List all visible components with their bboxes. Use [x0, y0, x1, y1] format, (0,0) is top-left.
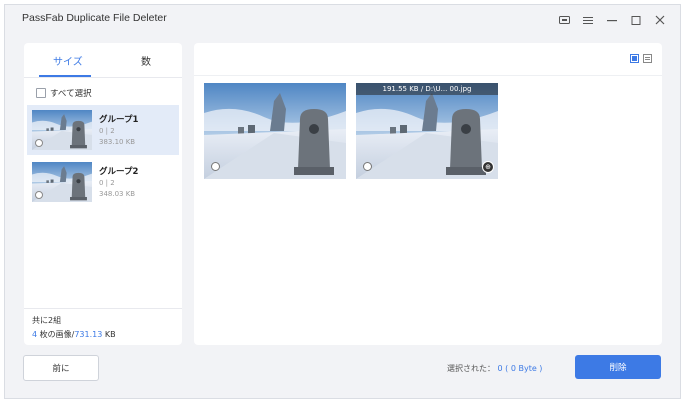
image-info-label: 191.55 KB / D:\U... 00.jpg [356, 83, 498, 95]
feedback-icon[interactable] [552, 10, 576, 30]
tab-count[interactable]: 数 [141, 53, 151, 68]
total-groups: 共に2組 [32, 316, 62, 325]
divider [194, 75, 662, 76]
group-thumbnail [32, 162, 92, 202]
preview-panel: 191.55 KB / D:\U... 00.jpg ⊕ [194, 43, 662, 345]
total-images: 4 枚の画像/731.13 KB [32, 329, 116, 340]
back-button[interactable]: 前に [23, 355, 99, 381]
title-bar: PassFab Duplicate File Deleter [5, 5, 680, 35]
radio-icon[interactable] [363, 162, 372, 171]
images-size: 731.13 [74, 330, 103, 339]
summary-footer: 共に2組 4 枚の画像/731.13 KB [24, 308, 182, 345]
delete-button[interactable]: 削除 [575, 355, 661, 379]
select-all-checkbox[interactable]: すべて選択 [36, 87, 92, 99]
radio-icon[interactable] [35, 191, 43, 199]
image-card-2[interactable]: 191.55 KB / D:\U... 00.jpg ⊕ [356, 83, 498, 179]
maximize-icon[interactable] [624, 10, 648, 30]
tab-size[interactable]: サイズ [53, 53, 83, 68]
group-size: 348.03 KB [99, 190, 136, 198]
group-name: グループ2 [99, 167, 139, 177]
app-title: PassFab Duplicate File Deleter [22, 12, 167, 24]
select-all-label: すべて選択 [50, 89, 92, 99]
radio-icon[interactable] [35, 139, 43, 147]
image-card-1[interactable] [204, 83, 346, 179]
group-item-1[interactable]: グループ1 0 | 2 383.10 KB [27, 105, 179, 155]
minimize-icon[interactable] [600, 10, 624, 30]
group-count: 0 | 2 [99, 127, 115, 135]
selected-bytes: ( 0 Byte ) [502, 364, 543, 373]
selected-label: 選択された： [447, 364, 498, 373]
sort-tabs: サイズ 数 [24, 43, 182, 78]
close-icon[interactable] [648, 10, 672, 30]
group-name: グループ1 [99, 115, 139, 125]
menu-icon[interactable] [576, 10, 600, 30]
list-view-icon[interactable] [643, 54, 652, 63]
group-count: 0 | 2 [99, 179, 115, 187]
grid-view-icon[interactable] [630, 54, 639, 63]
bottom-bar: 前に 選択された： 0 ( 0 Byte ) 削除 [5, 347, 680, 397]
view-toggle [630, 54, 652, 63]
window-controls [552, 10, 672, 30]
images-label: 枚の画像/ [37, 330, 75, 339]
checkbox-icon [36, 88, 46, 98]
radio-icon[interactable] [211, 162, 220, 171]
group-list-panel: サイズ 数 すべて選択 グループ1 0 | 2 383.10 KB グループ2 … [24, 43, 182, 345]
size-unit: KB [102, 330, 116, 339]
app-window: PassFab Duplicate File Deleter サイズ 数 すべて… [4, 4, 681, 399]
image-thumbnail [204, 83, 346, 179]
group-item-2[interactable]: グループ2 0 | 2 348.03 KB [27, 157, 179, 207]
zoom-icon[interactable]: ⊕ [482, 161, 494, 173]
image-thumbnail [356, 83, 498, 179]
active-tab-indicator [39, 75, 91, 77]
selected-info: 選択された： 0 ( 0 Byte ) [447, 363, 542, 374]
group-size: 383.10 KB [99, 138, 136, 146]
group-thumbnail [32, 110, 92, 150]
